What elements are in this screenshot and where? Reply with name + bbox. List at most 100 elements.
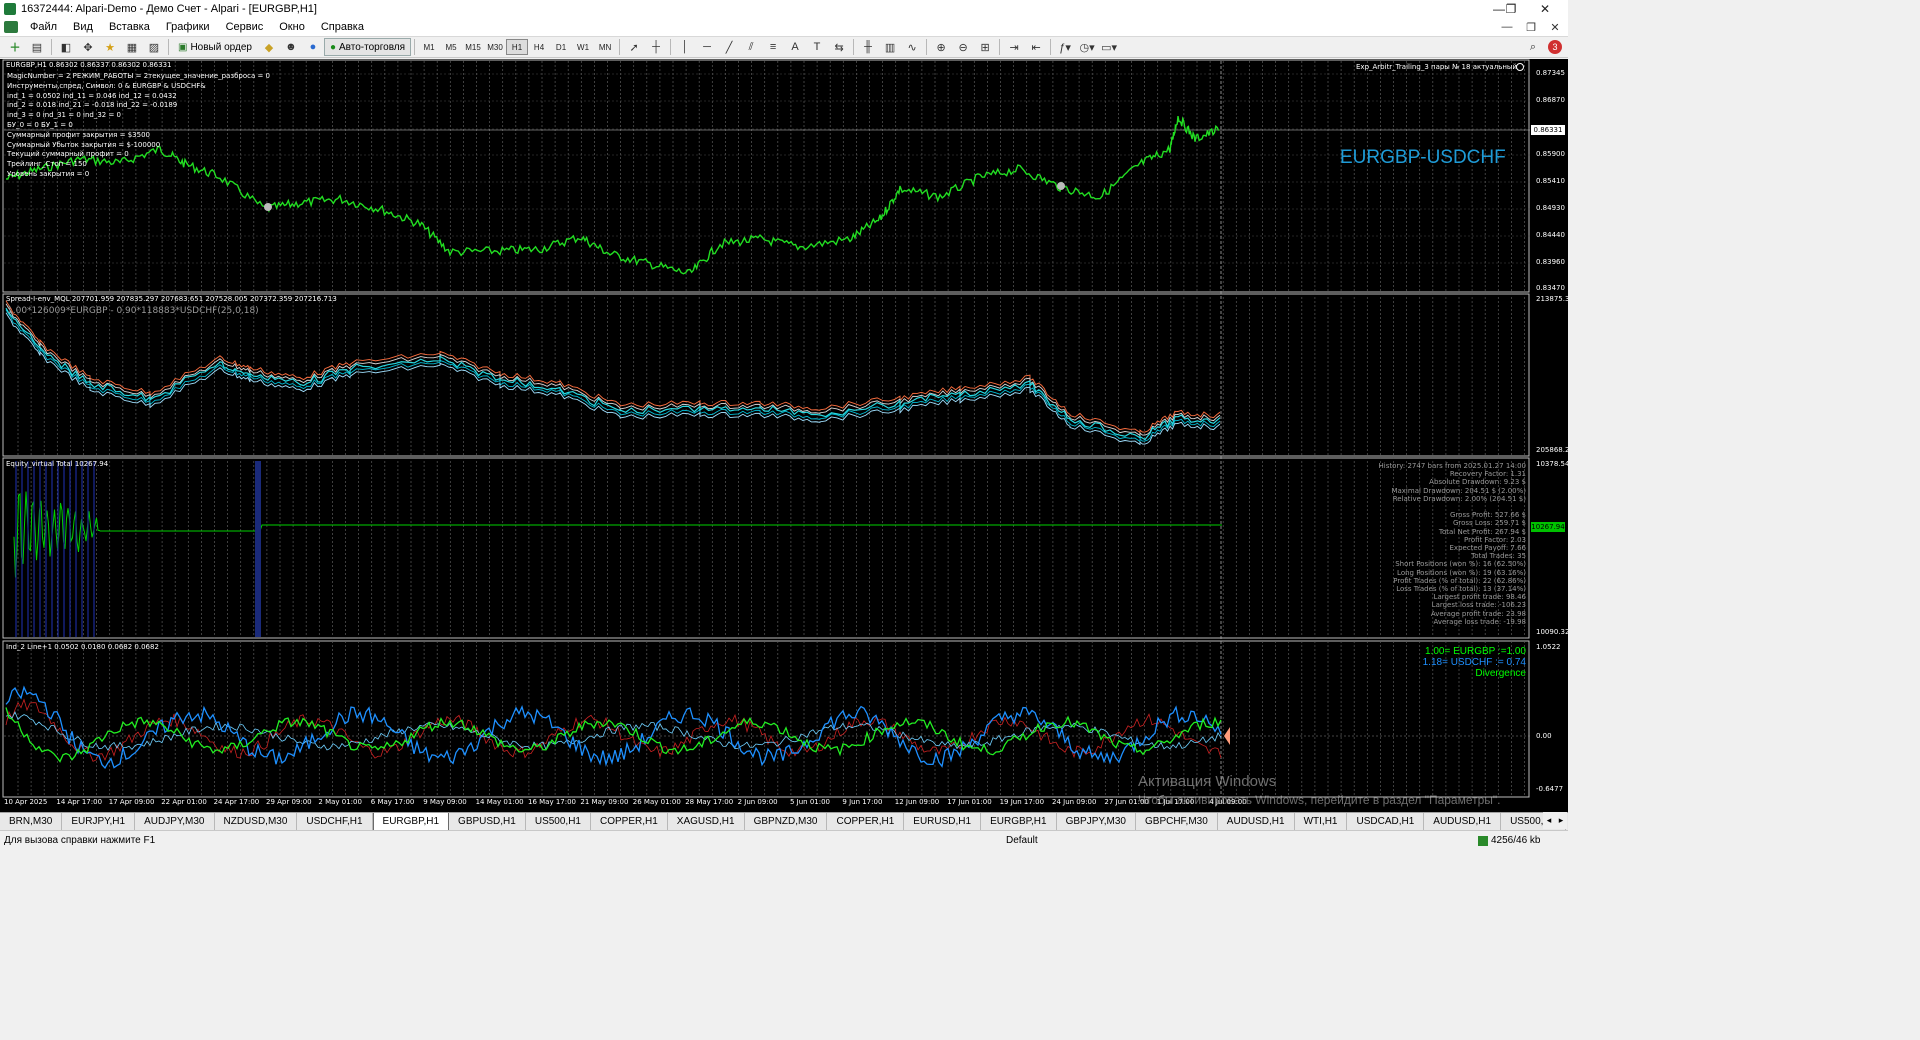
trendline-icon[interactable]: ╱ bbox=[720, 39, 738, 55]
status-profile: Default bbox=[1006, 835, 1038, 846]
navigator-icon[interactable]: ★ bbox=[101, 39, 119, 55]
channel-icon[interactable]: ⫽ bbox=[742, 39, 760, 55]
indicators-icon[interactable]: ƒ▾ bbox=[1056, 39, 1074, 55]
timeframe-w1[interactable]: W1 bbox=[572, 39, 594, 55]
bar-chart-icon[interactable]: ╫ bbox=[859, 39, 877, 55]
chart-tab[interactable]: AUDUSD,H1 bbox=[1217, 813, 1295, 830]
periods-icon[interactable]: ◷▾ bbox=[1078, 39, 1096, 55]
metaeditor-icon[interactable]: ◆ bbox=[260, 39, 278, 55]
date-tick: 21 May 09:00 bbox=[580, 798, 629, 806]
stat-line: Total Net Profit: 267.94 $ bbox=[1438, 527, 1526, 536]
pair-label: EURGBP-USDCHF bbox=[1340, 147, 1506, 168]
chart-tab[interactable]: XAGUSD,H1 bbox=[667, 813, 745, 830]
terminal-icon[interactable]: ▦ bbox=[123, 39, 141, 55]
expert-info-line: Суммарный профит закрытия = $3500 bbox=[7, 130, 150, 139]
line-chart-icon[interactable]: ∿ bbox=[903, 39, 921, 55]
timeframe-m15[interactable]: M15 bbox=[462, 39, 484, 55]
menu-insert[interactable]: Вставка bbox=[101, 18, 158, 36]
tile-windows-icon[interactable]: ⊞ bbox=[976, 39, 994, 55]
stat-line: Relative Drawdown: 2.00% (204.51 $) bbox=[1392, 494, 1526, 503]
vertical-line-icon[interactable]: │ bbox=[676, 39, 694, 55]
templates-icon[interactable]: ▭▾ bbox=[1100, 39, 1118, 55]
chart-area[interactable]: EURGBP,H1 0.86302 0.86337 0.86302 0.8633… bbox=[0, 59, 1568, 812]
zoom-in-icon[interactable]: ⊕ bbox=[932, 39, 950, 55]
mdi-close-button[interactable]: ✕ bbox=[1544, 18, 1566, 36]
profiles-icon[interactable]: ▤ bbox=[28, 39, 46, 55]
chart-tab[interactable]: AUDUSD,H1 bbox=[1424, 813, 1502, 830]
tester-icon[interactable]: ▨ bbox=[145, 39, 163, 55]
chart-tab[interactable]: EURGBP,H1 bbox=[981, 813, 1057, 830]
mdi-restore-button[interactable]: ❐ bbox=[1520, 18, 1542, 36]
chart-tab[interactable]: US500,H1 bbox=[525, 813, 591, 830]
fibonacci-icon[interactable]: ≡ bbox=[764, 39, 782, 55]
autoscroll-icon[interactable]: ⇥ bbox=[1005, 39, 1023, 55]
arrows-icon[interactable]: ⇆ bbox=[830, 39, 848, 55]
expert-info-line: Уровень закрытия = 0 bbox=[7, 169, 90, 178]
chart-tab[interactable]: NZDUSD,M30 bbox=[214, 813, 298, 830]
current-price-box: 0.86331 bbox=[1531, 125, 1565, 135]
new-order-button[interactable]: ▣ Новый ордер bbox=[172, 38, 258, 56]
data-window-icon[interactable]: ✥ bbox=[79, 39, 97, 55]
chart-tab[interactable]: BRN,M30 bbox=[0, 813, 63, 830]
chart-tab[interactable]: WTI,H1 bbox=[1294, 813, 1348, 830]
cursor-icon[interactable]: ➚ bbox=[625, 39, 643, 55]
crosshair-icon[interactable]: ┼ bbox=[647, 39, 665, 55]
activation-watermark: Активация Windows bbox=[1138, 773, 1277, 790]
notification-badge[interactable]: 3 bbox=[1548, 40, 1562, 54]
close-button[interactable]: ✕ bbox=[1522, 0, 1568, 18]
chart-tab[interactable]: AUDJPY,M30 bbox=[135, 813, 215, 830]
chart-tab[interactable]: EURJPY,H1 bbox=[62, 813, 136, 830]
expert-info-line: Текущий суммарный профит = 0 bbox=[7, 150, 129, 159]
candles-icon[interactable]: ▥ bbox=[881, 39, 899, 55]
market-icon[interactable]: ● bbox=[304, 39, 322, 55]
status-help: Для вызова справки нажмите F1 bbox=[4, 835, 156, 846]
chart-shift-icon[interactable]: ⇤ bbox=[1027, 39, 1045, 55]
mdi-minimize-button[interactable]: — bbox=[1496, 18, 1518, 36]
timeframe-m30[interactable]: M30 bbox=[484, 39, 506, 55]
menu-file[interactable]: Файл bbox=[22, 18, 65, 36]
chart-tab[interactable]: GBPUSD,H1 bbox=[449, 813, 526, 830]
chart-tab[interactable]: COPPER,H1 bbox=[827, 813, 905, 830]
signals-icon[interactable]: ☻ bbox=[282, 39, 300, 55]
zoom-out-icon[interactable]: ⊖ bbox=[954, 39, 972, 55]
market-watch-icon[interactable]: ◧ bbox=[57, 39, 75, 55]
timeframe-h4[interactable]: H4 bbox=[528, 39, 550, 55]
horizontal-line-icon[interactable]: ─ bbox=[698, 39, 716, 55]
stat-line: Short Positions (won %): 16 (62.50%) bbox=[1395, 560, 1526, 569]
equity-current-box: 10267.94 bbox=[1531, 522, 1565, 532]
chart-tab[interactable]: GBPNZD,M30 bbox=[744, 813, 828, 830]
menu-tools[interactable]: Сервис bbox=[218, 18, 272, 36]
expert-info-line: Трейлинг_Стоп = 150 bbox=[7, 160, 87, 169]
date-tick: 12 Jun 09:00 bbox=[894, 798, 940, 806]
search-icon[interactable]: ⌕ bbox=[1524, 39, 1542, 55]
new-chart-icon[interactable]: ＋ bbox=[6, 39, 24, 55]
chart-tab[interactable]: COPPER,H1 bbox=[590, 813, 668, 830]
chart-tab[interactable]: GBPCHF,M30 bbox=[1136, 813, 1218, 830]
text-label-icon[interactable]: T bbox=[808, 39, 826, 55]
ind-axis-top: 1.0522 bbox=[1536, 643, 1561, 651]
auto-trading-button[interactable]: ● Авто-торговля bbox=[323, 38, 412, 56]
menu-view[interactable]: Вид bbox=[65, 18, 101, 36]
chart-tab[interactable]: EURUSD,H1 bbox=[904, 813, 982, 830]
menu-help[interactable]: Справка bbox=[313, 18, 372, 36]
menu-window[interactable]: Окно bbox=[271, 18, 313, 36]
tabs-scroll-right[interactable]: ▸ bbox=[1555, 812, 1567, 829]
timeframe-h1[interactable]: H1 bbox=[506, 39, 529, 55]
chart-tab[interactable]: EURGBP,H1 bbox=[372, 813, 450, 830]
chart-tab[interactable]: USDCAD,H1 bbox=[1347, 813, 1425, 830]
timeframe-mn[interactable]: MN bbox=[594, 39, 616, 55]
menu-bar: Файл Вид Вставка Графики Сервис Окно Спр… bbox=[0, 18, 1568, 36]
tabs-scroll-left[interactable]: ◂ bbox=[1543, 812, 1555, 829]
chart-tab[interactable]: GBPJPY,M30 bbox=[1056, 813, 1136, 830]
stat-line: History: 2747 bars from 2025.01.27 14:00 bbox=[1378, 462, 1527, 470]
date-tick: 19 Jun 17:00 bbox=[999, 798, 1045, 806]
text-icon[interactable]: A bbox=[786, 39, 804, 55]
timeframe-m1[interactable]: M1 bbox=[418, 39, 440, 55]
date-tick: 5 Jun 01:00 bbox=[790, 798, 831, 806]
chart-tab[interactable]: USDCHF,H1 bbox=[297, 813, 373, 830]
menu-charts[interactable]: Графики bbox=[158, 18, 218, 36]
timeframe-d1[interactable]: D1 bbox=[550, 39, 572, 55]
connection-icon bbox=[1478, 835, 1488, 846]
timeframe-m5[interactable]: M5 bbox=[440, 39, 462, 55]
status-traffic: 4256/46 kb bbox=[1478, 835, 1541, 846]
